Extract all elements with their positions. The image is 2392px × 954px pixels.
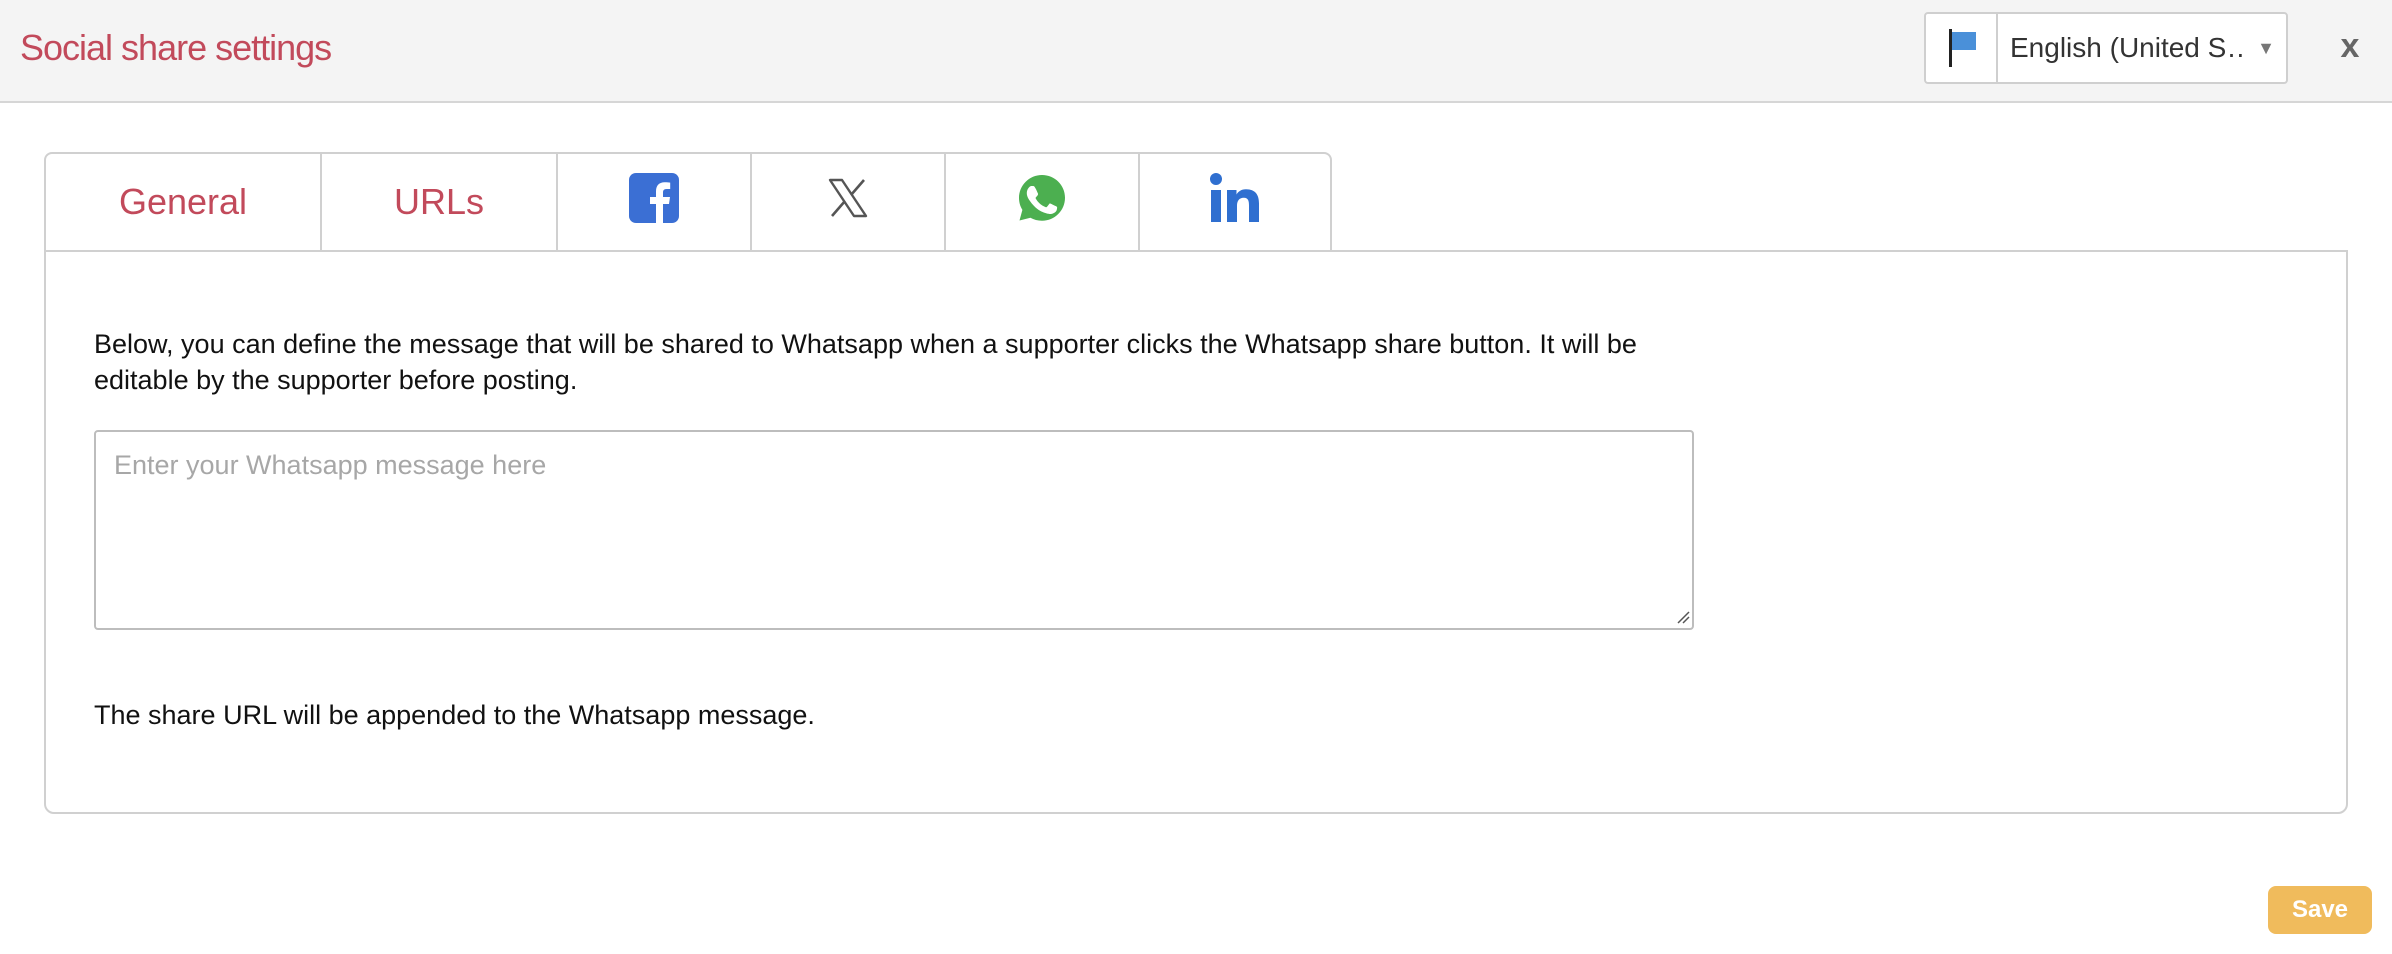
- language-value: English (United S…: [2010, 32, 2246, 63]
- tab-x[interactable]: [750, 152, 944, 252]
- chevron-down-icon: ▼: [2257, 37, 2275, 58]
- tab-whatsapp[interactable]: [944, 152, 1138, 252]
- flag-icon: [1926, 14, 1998, 82]
- whatsapp-message-input[interactable]: [94, 430, 1694, 630]
- tab-general[interactable]: General: [44, 152, 320, 252]
- whatsapp-icon: [1016, 172, 1068, 233]
- resize-handle-icon[interactable]: [1676, 610, 1690, 624]
- page-title: Social share settings: [20, 27, 332, 68]
- language-select[interactable]: English (United S… ▼: [1924, 12, 2288, 84]
- close-button[interactable]: x: [2332, 24, 2368, 68]
- modal-header: Social share settings English (United S……: [0, 0, 2392, 103]
- panel-description: Below, you can define the message that w…: [94, 329, 1637, 395]
- x-twitter-icon: [827, 177, 869, 228]
- linkedin-icon: [1209, 172, 1261, 233]
- save-button[interactable]: Save: [2268, 886, 2372, 934]
- tab-bar: General URLs: [44, 152, 1332, 252]
- tab-linkedin[interactable]: [1138, 152, 1332, 252]
- whatsapp-settings-panel: Below, you can define the message that w…: [44, 250, 2348, 814]
- facebook-icon: [629, 172, 679, 232]
- tab-urls[interactable]: URLs: [320, 152, 556, 252]
- tab-facebook[interactable]: [556, 152, 750, 252]
- append-note: The share URL will be appended to the Wh…: [94, 700, 815, 730]
